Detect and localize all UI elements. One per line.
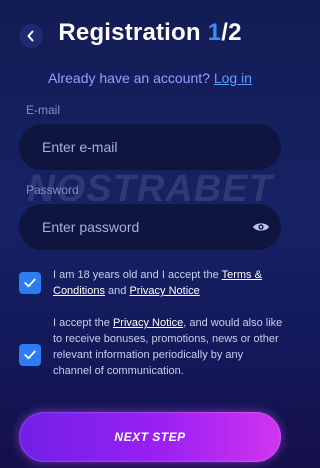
consent-text-part: I accept the xyxy=(53,317,113,329)
email-label: E-mail xyxy=(26,103,61,117)
login-link[interactable]: Log in xyxy=(214,70,252,86)
page-title: Registration 1/2 xyxy=(0,19,300,47)
eye-icon[interactable] xyxy=(252,221,270,233)
marketing-consent-checkbox[interactable] xyxy=(19,344,41,366)
privacy-notice-link[interactable]: Privacy Notice xyxy=(113,317,183,329)
email-field[interactable] xyxy=(19,124,281,170)
privacy-notice-link[interactable]: Privacy Notice xyxy=(129,285,199,297)
step-current: 1 xyxy=(207,19,222,46)
login-prompt: Already have an account? Log in xyxy=(0,70,300,86)
age-terms-checkbox[interactable] xyxy=(19,272,41,294)
checkmark-icon xyxy=(24,350,36,360)
consent-text-part: and xyxy=(104,285,130,297)
password-label: Password xyxy=(26,183,79,197)
age-terms-text: I am 18 years old and I accept the Terms… xyxy=(53,267,283,299)
step-total: /2 xyxy=(221,19,242,46)
consent-text-part: I am 18 years old and I accept the xyxy=(53,269,222,281)
title-text: Registration xyxy=(58,19,208,46)
registration-screen: Registration 1/2 Already have an account… xyxy=(0,0,300,468)
checkmark-icon xyxy=(24,278,36,288)
next-step-button[interactable]: NEXT STEP xyxy=(19,412,281,462)
marketing-consent-text: I accept the Privacy Notice, and would a… xyxy=(53,315,283,379)
password-field[interactable] xyxy=(19,204,281,250)
login-prompt-text: Already have an account? xyxy=(48,70,214,86)
